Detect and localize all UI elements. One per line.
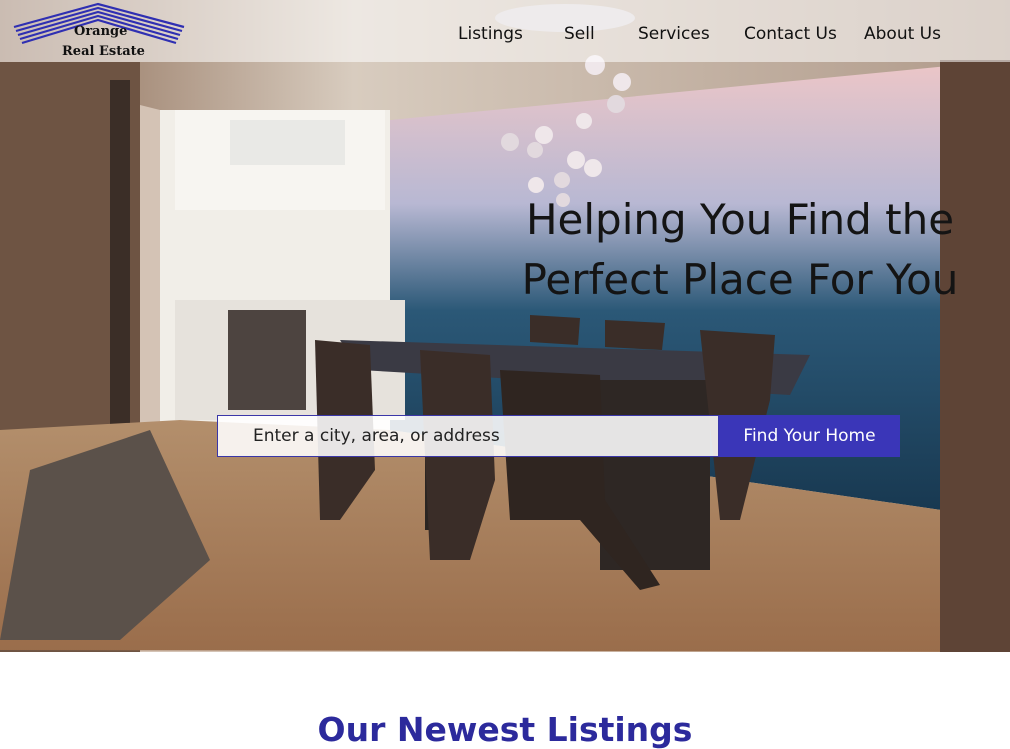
hero-headline-line2: Perfect Place For You xyxy=(521,255,959,304)
nav-sell[interactable]: Sell xyxy=(564,24,595,44)
main-nav: Listings Sell Services Contact Us About … xyxy=(0,24,1010,48)
find-your-home-button[interactable]: Find Your Home xyxy=(719,415,900,457)
search-input[interactable] xyxy=(217,415,719,457)
nav-about-us[interactable]: About Us xyxy=(864,24,941,44)
hero-headline-line1: Helping You Find the xyxy=(525,195,955,244)
nav-contact-us[interactable]: Contact Us xyxy=(744,24,837,44)
nav-listings[interactable]: Listings xyxy=(458,24,523,44)
nav-services[interactable]: Services xyxy=(638,24,710,44)
newest-listings-title: Our Newest Listings xyxy=(317,710,693,749)
top-navigation-bar: Orange Real Estate Listings Sell Service… xyxy=(0,0,1010,62)
hero-background-image xyxy=(0,0,1010,652)
hero-headline: Helping You Find the Perfect Place For Y… xyxy=(500,190,980,310)
hero-section: Orange Real Estate Listings Sell Service… xyxy=(0,0,1010,652)
home-search: Find Your Home xyxy=(217,415,900,457)
